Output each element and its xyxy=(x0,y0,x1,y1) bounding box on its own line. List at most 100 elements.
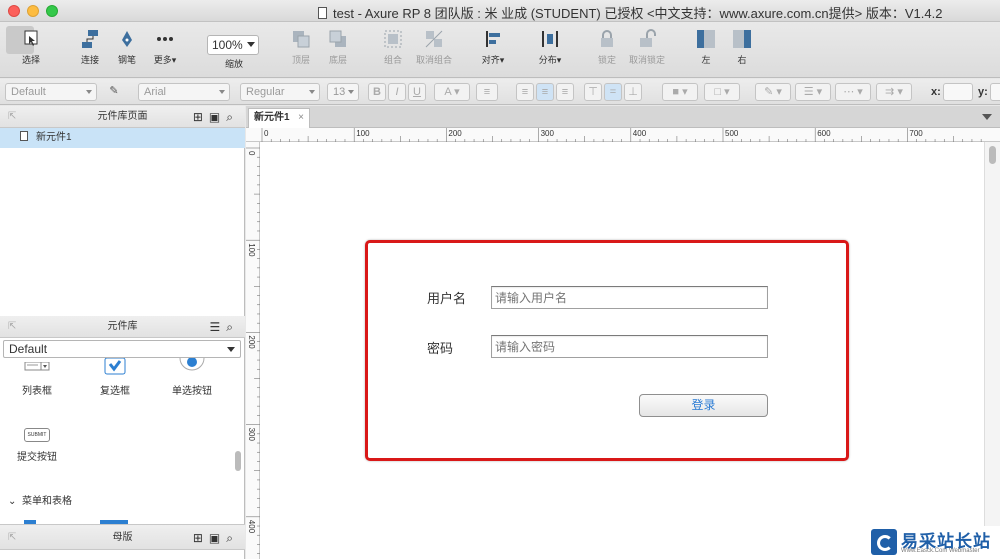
menu-icon[interactable]: ☰ xyxy=(210,320,227,334)
valign-bottom-button[interactable]: ⊥ xyxy=(624,83,642,101)
bullet-list-button[interactable]: ≡ xyxy=(476,83,498,101)
add-folder-icon[interactable]: ▣ xyxy=(209,110,226,124)
fill-color-button[interactable]: ■ ▾ xyxy=(662,83,698,101)
widget-listbox[interactable]: 列表框 xyxy=(14,361,60,397)
text-align-left-icon: ≡ xyxy=(521,86,529,98)
format-painter-button[interactable]: ✎ xyxy=(104,83,124,101)
x-position-input[interactable] xyxy=(943,83,973,101)
left-pane-icon xyxy=(695,28,717,50)
library-select[interactable]: Default xyxy=(3,340,241,358)
bring-to-top-button[interactable]: 顶层 xyxy=(286,28,316,66)
zoom-select[interactable]: 100% xyxy=(207,35,259,55)
canvas-scrollbar[interactable] xyxy=(984,142,1000,559)
valign-middle-icon: = xyxy=(609,86,617,98)
line-color-icon: ✎ ▾ xyxy=(764,86,782,98)
italic-button[interactable]: I xyxy=(388,83,406,101)
close-icon[interactable]: × xyxy=(298,109,304,127)
listbox-icon xyxy=(24,361,50,376)
font-weight-select[interactable]: Regular xyxy=(240,83,320,101)
arrow-style-icon: ⇉ ▾ xyxy=(885,86,903,98)
ungroup-button[interactable]: 取消组合 xyxy=(413,28,455,66)
search-icon[interactable]: ⌕ xyxy=(226,110,239,124)
line-color-button[interactable]: ✎ ▾ xyxy=(755,83,791,101)
section-menus-tables[interactable]: ⌄ 菜单和表格 xyxy=(8,492,72,507)
more-tools-button[interactable]: 更多▾ xyxy=(150,28,180,66)
scroll-thumb[interactable] xyxy=(989,146,996,164)
line-style-button[interactable]: ⋯ ▾ xyxy=(835,83,871,101)
unlock-button[interactable]: 取消锁定 xyxy=(627,28,667,66)
site-watermark: 易采站长站 Www.Easck.Com Webmaster xyxy=(865,526,1000,559)
close-window-button[interactable] xyxy=(8,5,20,17)
line-width-button[interactable]: ☰ ▾ xyxy=(795,83,831,101)
checkbox-icon xyxy=(102,357,128,376)
password-input[interactable] xyxy=(491,335,768,358)
align-text-center-button[interactable]: ≡ xyxy=(536,83,554,101)
minimize-window-button[interactable] xyxy=(27,5,39,17)
right-panel-toggle-button[interactable]: 右 xyxy=(730,28,754,66)
widget-submit-button[interactable]: SUBMIT 提交按钮 xyxy=(12,428,62,463)
style-select[interactable]: Default xyxy=(5,83,97,101)
widget-radio-button[interactable]: 单选按钮 xyxy=(166,357,218,397)
chevron-down-icon xyxy=(348,90,354,94)
connect-tool-button[interactable]: 连接 xyxy=(73,28,107,66)
masters-panel-actions: ⊞▣⌕ xyxy=(193,525,239,551)
widget-checkbox[interactable]: 复选框 xyxy=(92,357,138,397)
ruler-tick-label: 300 xyxy=(541,129,555,138)
document-icon xyxy=(318,7,327,19)
library-scrollbar[interactable] xyxy=(235,451,241,471)
add-master-icon[interactable]: ⊞ xyxy=(193,531,209,545)
send-to-bottom-button[interactable]: 底层 xyxy=(323,28,353,66)
ruler-ticks: 0 100 200 300 400 xyxy=(246,147,260,554)
ruler-tick-label: 100 xyxy=(356,129,370,138)
collapse-icon[interactable]: ⇱ xyxy=(8,316,16,338)
username-input[interactable] xyxy=(491,286,768,309)
pen-tool-button[interactable]: 钢笔 xyxy=(112,28,142,66)
masters-panel-header: ⇱ 母版 ⊞▣⌕ xyxy=(0,524,245,550)
tab-list-dropdown-icon[interactable] xyxy=(982,114,992,120)
valign-bottom-icon: ⊥ xyxy=(628,86,638,98)
arrow-style-button[interactable]: ⇉ ▾ xyxy=(876,83,912,101)
valign-top-button[interactable]: ⊤ xyxy=(584,83,602,101)
search-icon[interactable]: ⌕ xyxy=(226,531,239,545)
select-tool-button[interactable]: 选择 xyxy=(8,28,54,66)
distribute-button[interactable]: 分布▾ xyxy=(535,28,565,66)
valign-middle-button[interactable]: = xyxy=(604,83,622,101)
maximize-window-button[interactable] xyxy=(46,5,58,17)
ruler-tick-label: 0 xyxy=(247,151,256,156)
add-page-icon[interactable]: ⊞ xyxy=(193,110,209,124)
tab-page[interactable]: 新元件1 × xyxy=(248,108,310,128)
ruler-tick-label: 700 xyxy=(909,129,923,138)
y-position-input[interactable] xyxy=(990,83,1000,101)
unlock-icon xyxy=(636,28,658,50)
add-folder-icon[interactable]: ▣ xyxy=(209,531,226,545)
page-item[interactable]: 新元件1 xyxy=(0,128,245,148)
font-color-button[interactable]: A ▾ xyxy=(434,83,470,101)
group-button[interactable]: 组合 xyxy=(378,28,408,66)
underline-icon: U xyxy=(413,86,421,98)
left-panel-toggle-button[interactable]: 左 xyxy=(694,28,718,66)
line-width-icon: ☰ ▾ xyxy=(803,86,823,98)
align-text-left-button[interactable]: ≡ xyxy=(516,83,534,101)
font-family-select[interactable]: Arial xyxy=(138,83,230,101)
text-align-center-icon: ≡ xyxy=(541,86,549,98)
distribute-icon xyxy=(539,28,561,50)
search-icon[interactable]: ⌕ xyxy=(226,320,239,334)
ruler-tick-label: 100 xyxy=(247,243,256,257)
title-bar: test - Axure RP 8 团队版 : 米 业成 (STUDENT) 已… xyxy=(0,0,1000,22)
font-size-select[interactable]: 13 xyxy=(327,83,359,101)
align-text-right-button[interactable]: ≡ xyxy=(556,83,574,101)
italic-icon: I xyxy=(395,86,399,98)
underline-button[interactable]: U xyxy=(408,83,426,101)
collapse-icon[interactable]: ⇱ xyxy=(8,106,16,128)
collapse-icon[interactable]: ⇱ xyxy=(8,525,16,551)
bold-button[interactable]: B xyxy=(368,83,386,101)
watermark-logo-icon xyxy=(871,529,897,555)
shadow-button[interactable]: □ ▾ xyxy=(704,83,740,101)
login-button[interactable]: 登录 xyxy=(639,394,768,417)
ruler-tick-label: 500 xyxy=(725,129,739,138)
align-button[interactable]: 对齐▾ xyxy=(478,28,508,66)
chevron-down-icon xyxy=(86,90,92,94)
lock-button[interactable]: 锁定 xyxy=(592,28,622,66)
fill-color-icon: ■ ▾ xyxy=(672,86,688,98)
align-left-icon xyxy=(482,28,504,50)
